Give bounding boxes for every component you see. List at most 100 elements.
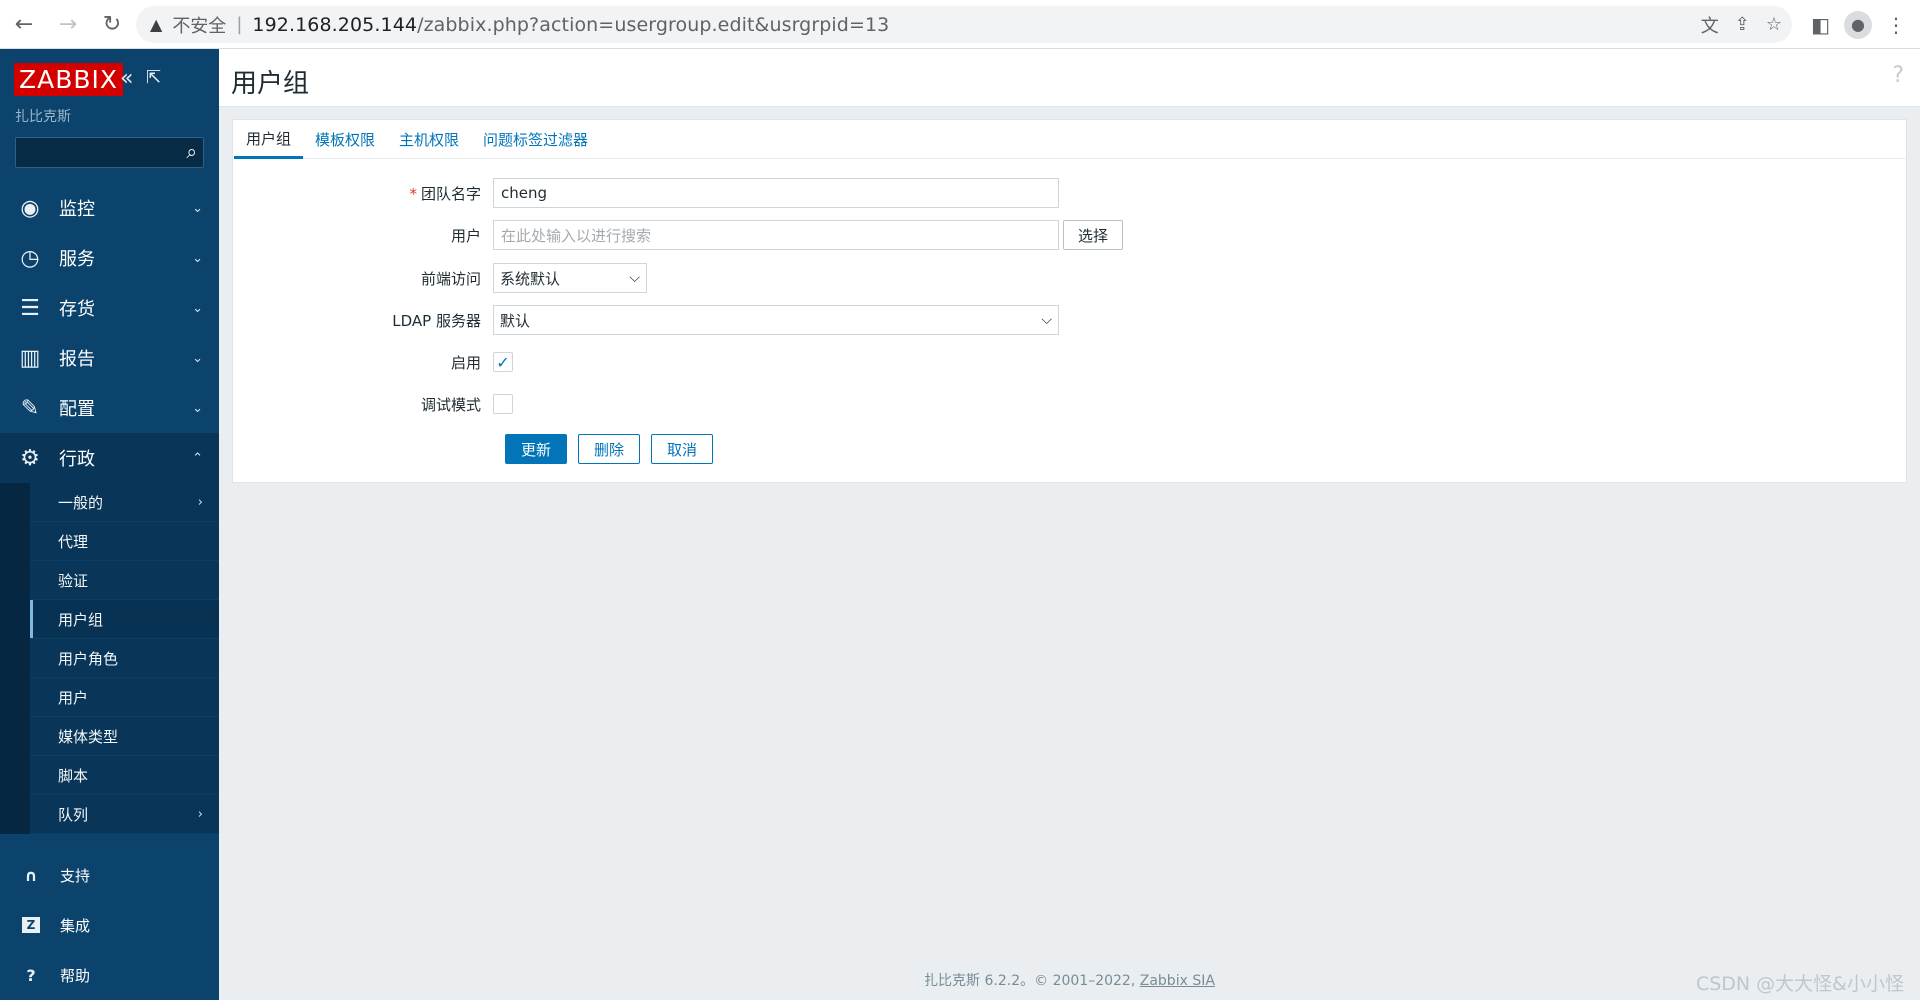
warning-triangle-icon[interactable]: ▲ xyxy=(150,15,162,34)
checkmark-icon: ✓ xyxy=(496,352,510,372)
submenu-item-general[interactable]: 一般的 › xyxy=(30,483,219,522)
eye-icon: ◉ xyxy=(20,195,40,221)
submenu-item-authentication[interactable]: 验证 xyxy=(30,561,219,600)
footer-copyright: 扎比克斯 6.2.2。© 2001–2022, xyxy=(924,973,1140,989)
menu-label: 服务 xyxy=(59,249,95,270)
submenu-label: 脚本 xyxy=(58,766,89,785)
menu-label: 集成 xyxy=(60,916,91,935)
frontend-access-select[interactable]: 系统默认 ⌵ xyxy=(493,263,647,293)
submenu-item-queue[interactable]: 队列 › xyxy=(30,795,219,834)
tab-user-group[interactable]: 用户组 xyxy=(234,120,304,159)
url-separator: | xyxy=(236,14,243,35)
chevron-down-icon: ⌄ xyxy=(192,250,203,266)
submenu-label: 代理 xyxy=(58,532,89,551)
group-name-label: * 团队名字 xyxy=(233,183,493,204)
csdn-watermark: CSDN @大大怪&小小怪 xyxy=(1695,973,1904,995)
update-button[interactable]: 更新 xyxy=(505,434,568,464)
chevron-down-icon: ⌄ xyxy=(192,400,203,416)
chart-icon: ▥ xyxy=(19,345,41,371)
page-header: 用户组 ? xyxy=(219,49,1920,107)
menu-label: 行政 xyxy=(59,449,95,470)
group-name-input[interactable]: cheng xyxy=(493,178,1059,208)
submenu-label: 用户 xyxy=(58,688,89,707)
chevron-down-icon: ⌵ xyxy=(629,270,640,286)
users-search-input[interactable]: 在此处输入以进行搜索 xyxy=(493,220,1059,250)
cancel-button[interactable]: 取消 xyxy=(651,434,714,464)
wrench-icon: ✎ xyxy=(20,395,40,421)
bookmark-star-icon[interactable]: ☆ xyxy=(1766,14,1782,35)
group-name-label-text: 团队名字 xyxy=(420,184,481,203)
chevron-right-icon: › xyxy=(197,494,203,510)
submenu-item-media-types[interactable]: 媒体类型 xyxy=(30,717,219,756)
zabbix-sia-link[interactable]: Zabbix SIA xyxy=(1140,973,1215,989)
menu-item-administration[interactable]: ⚙ 行政 ⌃ xyxy=(0,433,219,483)
list-icon: ☰ xyxy=(20,295,40,321)
translate-icon[interactable]: 文 xyxy=(1701,12,1719,38)
menu-item-services[interactable]: ◷ 服务 ⌄ xyxy=(0,233,219,283)
form-row-users: 用户 在此处输入以进行搜索 选择 xyxy=(233,219,1373,251)
menu-label: 报告 xyxy=(59,349,95,370)
ldap-server-select[interactable]: 默认 ⌵ xyxy=(493,305,1059,335)
clock-icon: ◷ xyxy=(20,245,40,271)
menu-item-monitoring[interactable]: ◉ 监控 ⌄ xyxy=(0,183,219,233)
help-icon[interactable]: ? xyxy=(1892,63,1904,88)
gear-icon: ⚙ xyxy=(20,445,40,471)
browser-menu-icon[interactable]: ⋮ xyxy=(1886,13,1906,37)
chevron-down-icon: ⌵ xyxy=(1041,312,1052,328)
enabled-checkbox[interactable]: ✓ xyxy=(493,352,513,372)
menu-label: 监控 xyxy=(59,199,95,220)
frontend-access-value: 系统默认 xyxy=(500,269,561,288)
menu-item-inventory[interactable]: ☰ 存货 ⌄ xyxy=(0,283,219,333)
debug-mode-checkbox[interactable] xyxy=(493,394,513,414)
share-icon[interactable]: ⇪ xyxy=(1735,14,1750,35)
users-label: 用户 xyxy=(450,226,481,245)
url-text[interactable]: 192.168.205.144/zabbix.php?action=usergr… xyxy=(252,14,889,36)
tab-problem-tag-filter[interactable]: 问题标签过滤器 xyxy=(471,120,600,159)
menu-item-support[interactable]: ∩ 支持 xyxy=(0,850,219,900)
form-row-enabled: 启用 ✓ xyxy=(233,346,1373,378)
ldap-server-label: LDAP 服务器 xyxy=(392,311,481,330)
submenu-item-user-groups[interactable]: 用户组 xyxy=(30,600,219,639)
profile-avatar-icon[interactable]: ● xyxy=(1844,10,1872,39)
sidebar: ZABBIX « ⇱ 扎比克斯 ⌕ ◉ 监控 ⌄ ◷ 服务 ⌄ ☰ 存货 ⌄ ▥… xyxy=(0,49,219,1000)
headset-icon: ∩ xyxy=(24,865,38,885)
zabbix-logo[interactable]: ZABBIX xyxy=(14,63,124,96)
enabled-label: 启用 xyxy=(450,353,481,372)
submenu-label: 一般的 xyxy=(58,493,104,512)
page-title: 用户组 xyxy=(231,69,310,99)
delete-button[interactable]: 删除 xyxy=(578,434,641,464)
forward-icon[interactable]: → xyxy=(48,4,88,44)
menu-item-help[interactable]: ? 帮助 xyxy=(0,950,219,1000)
chevron-down-icon: ⌄ xyxy=(192,350,203,366)
menu-item-reports[interactable]: ▥ 报告 ⌄ xyxy=(0,333,219,383)
browser-right-actions: ◧ ● ⋮ xyxy=(1811,0,1920,49)
menu-label: 配置 xyxy=(59,399,95,420)
submenu-item-scripts[interactable]: 脚本 xyxy=(30,756,219,795)
form-row-frontend-access: 前端访问 系统默认 ⌵ xyxy=(233,262,1373,294)
submenu-label: 用户角色 xyxy=(58,649,119,668)
select-users-button[interactable]: 选择 xyxy=(1063,220,1124,250)
insecure-label[interactable]: 不安全 xyxy=(172,12,226,38)
submenu-item-proxies[interactable]: 代理 xyxy=(30,522,219,561)
tab-template-permissions[interactable]: 模板权限 xyxy=(303,120,387,159)
tab-host-permissions[interactable]: 主机权限 xyxy=(387,120,471,159)
sidebar-search-input[interactable]: ⌕ xyxy=(15,137,204,168)
back-icon[interactable]: ← xyxy=(4,4,44,44)
submenu-item-users[interactable]: 用户 xyxy=(30,678,219,717)
submenu-item-user-roles[interactable]: 用户角色 xyxy=(30,639,219,678)
required-mark: * xyxy=(409,184,417,203)
kiosk-mode-icon[interactable]: ⇱ xyxy=(146,67,161,88)
menu-label: 存货 xyxy=(59,299,95,320)
search-icon[interactable]: ⌕ xyxy=(186,141,197,163)
question-icon: ? xyxy=(26,965,36,985)
address-bar[interactable]: ▲ 不安全 | 192.168.205.144/zabbix.php?actio… xyxy=(136,6,1792,43)
reload-icon[interactable]: ↻ xyxy=(92,4,132,44)
side-panel-icon[interactable]: ◧ xyxy=(1811,13,1830,37)
collapse-sidebar-icon[interactable]: « xyxy=(120,66,133,91)
submenu-label: 验证 xyxy=(58,571,89,590)
menu-item-configuration[interactable]: ✎ 配置 ⌄ xyxy=(0,383,219,433)
sidebar-bottom-menu: ∩ 支持 Z 集成 ? 帮助 xyxy=(0,850,219,1000)
menu-item-integrations[interactable]: Z 集成 xyxy=(0,900,219,950)
ldap-server-value: 默认 xyxy=(500,311,531,330)
main-menu: ◉ 监控 ⌄ ◷ 服务 ⌄ ☰ 存货 ⌄ ▥ 报告 ⌄ ✎ 配置 ⌄ ⚙ 行政 … xyxy=(0,183,219,834)
